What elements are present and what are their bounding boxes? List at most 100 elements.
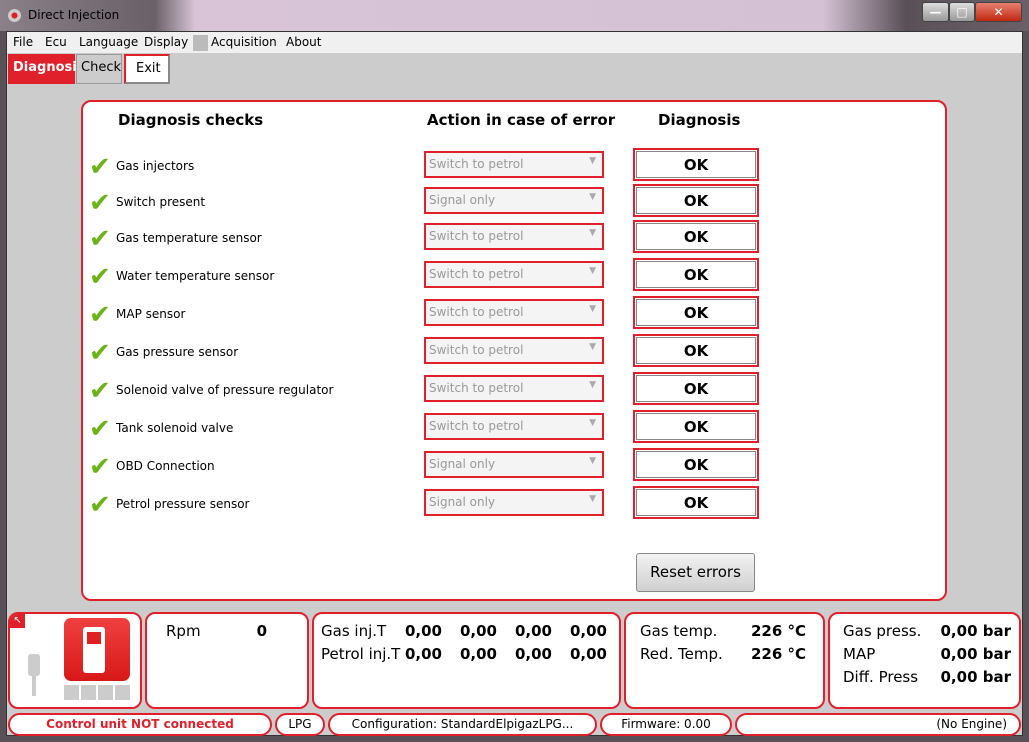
check-row: ✔ MAP sensor Switch to petrol ▼ OK [83, 296, 943, 336]
check-label: Gas temperature sensor [116, 231, 262, 245]
check-label: OBD Connection [116, 459, 215, 473]
menu-display[interactable]: Display [144, 35, 188, 49]
action-dropdown[interactable]: Switch to petrol ▼ [424, 413, 604, 440]
gas-inj-value: 0,00 [404, 622, 442, 640]
header-checks: Diagnosis checks [118, 111, 264, 129]
status-value: OK [636, 151, 756, 178]
chevron-down-icon: ▼ [589, 304, 596, 314]
status-value: OK [636, 489, 756, 516]
tab-exit[interactable]: Exit [124, 54, 170, 84]
diagnosis-status: OK [633, 184, 759, 217]
menu-file[interactable]: File [13, 35, 33, 49]
action-value: Switch to petrol [429, 343, 524, 357]
check-mark-icon: ✔ [89, 262, 111, 292]
red-temp-label: Red. Temp. [640, 645, 723, 663]
action-dropdown[interactable]: Switch to petrol ▼ [424, 337, 604, 364]
engine-status: (No Engine) [735, 713, 1021, 736]
diagnosis-status: OK [633, 334, 759, 367]
check-row: ✔ Petrol pressure sensor Signal only ▼ OK [83, 486, 943, 526]
action-value: Switch to petrol [429, 157, 524, 171]
close-button[interactable]: ✕ [975, 2, 1022, 22]
diagnosis-status: OK [633, 372, 759, 405]
client-area: File Ecu Language Display Acquisition Ab… [6, 31, 1023, 736]
title-bar: Direct Injection — □ ✕ [0, 0, 1029, 31]
action-value: Signal only [429, 193, 496, 207]
diff-press-label: Diff. Press [843, 668, 919, 686]
petrol-inj-value: 0,00 [404, 645, 442, 663]
maximize-button[interactable]: □ [949, 2, 975, 22]
chevron-down-icon: ▼ [589, 156, 596, 166]
menu-about[interactable]: About [286, 35, 321, 49]
menu-language[interactable]: Language [79, 35, 138, 49]
check-mark-icon: ✔ [89, 452, 111, 482]
key-blade [32, 674, 36, 696]
chevron-down-icon: ▼ [589, 380, 596, 390]
reset-errors-button[interactable]: Reset errors [636, 553, 755, 592]
action-value: Switch to petrol [429, 229, 524, 243]
status-value: OK [636, 337, 756, 364]
action-value: Signal only [429, 495, 496, 509]
acquisition-icon [193, 35, 208, 51]
petrol-inj-value: 0,00 [514, 645, 552, 663]
diagnosis-status: OK [633, 448, 759, 481]
pressure-panel: Gas press. 0,00 bar MAP 0,00 bar Diff. P… [828, 612, 1021, 709]
configuration-status: Configuration: StandardElpigazLPG... [328, 713, 597, 736]
check-label: Tank solenoid valve [116, 421, 234, 435]
action-dropdown[interactable]: Signal only ▼ [424, 451, 604, 478]
gas-temp-label: Gas temp. [640, 622, 718, 640]
action-dropdown[interactable]: Switch to petrol ▼ [424, 375, 604, 402]
action-dropdown[interactable]: Switch to petrol ▼ [424, 261, 604, 288]
check-mark-icon: ✔ [89, 376, 111, 406]
diff-press-value: 0,00 bar [940, 668, 1012, 686]
menu-ecu[interactable]: Ecu [45, 35, 67, 49]
check-label: Gas injectors [116, 159, 195, 173]
diagnosis-panel: Diagnosis checks Action in case of error… [81, 100, 947, 601]
check-mark-icon: ✔ [89, 224, 111, 254]
key-icon [28, 654, 40, 676]
connection-status: Control unit NOT connected [8, 713, 272, 736]
firmware-status: Firmware: 0.00 [600, 713, 732, 736]
injection-panel: Gas inj.T Petrol inj.T 0,00 0,00 0,00 0,00 0… [312, 612, 621, 709]
check-row: ✔ Water temperature sensor Switch to pet… [83, 258, 943, 298]
tab-diagnosis[interactable]: Diagnosis [8, 54, 84, 84]
menu-acquisition[interactable]: Acquisition [211, 35, 277, 49]
status-value: OK [636, 223, 756, 250]
menu-bar: File Ecu Language Display Acquisition Ab… [7, 32, 1022, 53]
action-value: Signal only [429, 457, 496, 471]
check-row: ✔ Solenoid valve of pressure regulator S… [83, 372, 943, 412]
check-row: ✔ Gas injectors Switch to petrol ▼ OK [83, 148, 943, 188]
level-indicator [64, 685, 130, 700]
action-dropdown[interactable]: Signal only ▼ [424, 187, 604, 214]
chevron-down-icon: ▼ [589, 228, 596, 238]
check-mark-icon: ✔ [89, 338, 111, 368]
check-mark-icon: ✔ [89, 300, 111, 330]
check-label: Gas pressure sensor [116, 345, 239, 359]
gas-inj-value: 0,00 [514, 622, 552, 640]
expand-arrow-icon[interactable]: ↖ [10, 614, 25, 628]
rpm-label: Rpm [166, 622, 201, 640]
diagnosis-status: OK [633, 410, 759, 443]
action-value: Switch to petrol [429, 267, 524, 281]
diagnosis-status: OK [633, 296, 759, 329]
petrol-inj-label: Petrol inj.T [321, 645, 401, 663]
status-value: OK [636, 261, 756, 288]
minimize-button[interactable]: — [922, 2, 949, 22]
header-action: Action in case of error [427, 111, 616, 129]
action-dropdown[interactable]: Switch to petrol ▼ [424, 223, 604, 250]
action-dropdown[interactable]: Switch to petrol ▼ [424, 299, 604, 326]
check-mark-icon: ✔ [89, 414, 111, 444]
status-value: OK [636, 451, 756, 478]
chevron-down-icon: ▼ [589, 418, 596, 428]
tab-check[interactable]: Check [76, 54, 122, 84]
diagnosis-status: OK [633, 486, 759, 519]
diagnosis-status: OK [633, 220, 759, 253]
check-row: ✔ OBD Connection Signal only ▼ OK [83, 448, 943, 488]
action-dropdown[interactable]: Signal only ▼ [424, 489, 604, 516]
map-label: MAP [843, 645, 876, 663]
gas-inj-label: Gas inj.T [321, 622, 387, 640]
chevron-down-icon: ▼ [589, 494, 596, 504]
status-value: OK [636, 375, 756, 402]
status-value: OK [636, 187, 756, 214]
action-dropdown[interactable]: Switch to petrol ▼ [424, 151, 604, 178]
petrol-inj-value: 0,00 [459, 645, 497, 663]
